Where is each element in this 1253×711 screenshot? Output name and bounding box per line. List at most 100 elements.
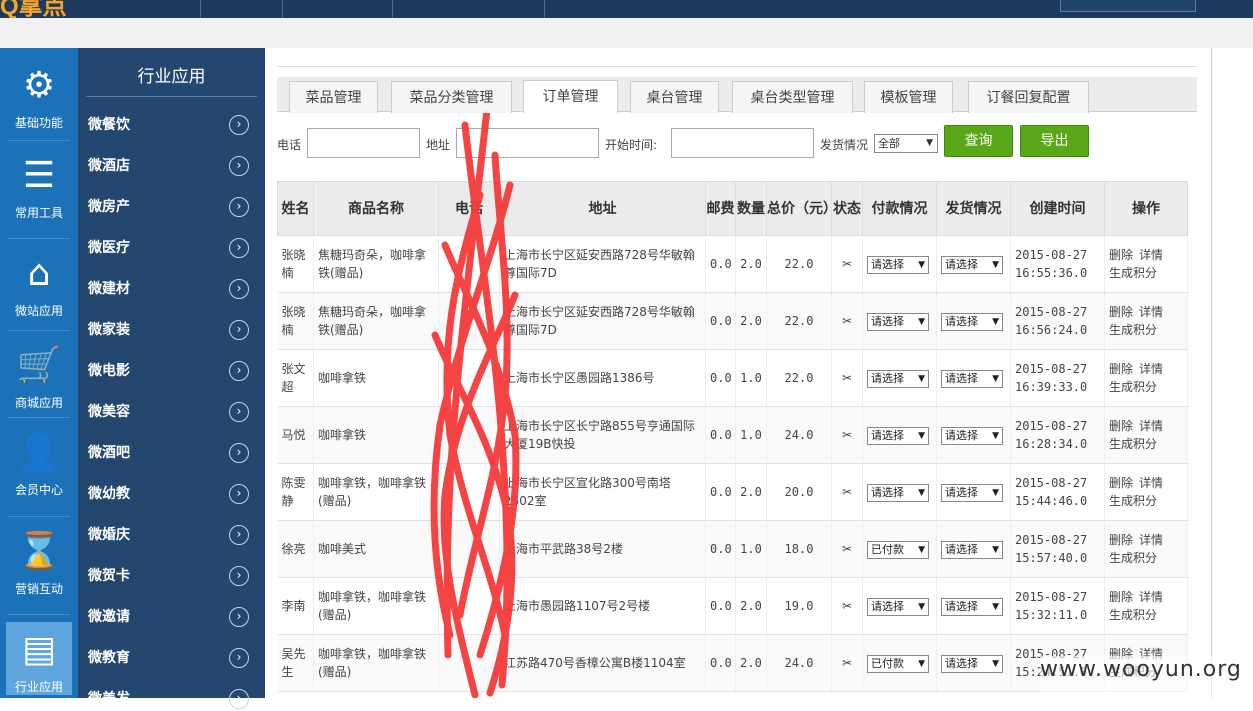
shipping-select[interactable]: 请选择 ▼ [941, 369, 1003, 388]
category-item[interactable]: 微家装 › [88, 318, 253, 342]
chevron-right-icon[interactable]: › [229, 525, 249, 545]
delete-link[interactable]: 删除 [1109, 248, 1133, 262]
shipping-select[interactable]: 请选择 ▼ [941, 654, 1003, 673]
detail-link[interactable]: 详情 [1139, 305, 1163, 319]
payment-select[interactable]: 请选择 ▼ [867, 369, 929, 388]
tools-icon[interactable]: ✂ [842, 371, 852, 385]
delete-link[interactable]: 删除 [1109, 362, 1133, 376]
generate-points-link[interactable]: 生成积分 [1109, 266, 1157, 280]
category-item[interactable]: 微医疗 › [88, 236, 253, 260]
detail-link[interactable]: 详情 [1139, 419, 1163, 433]
tools-icon[interactable]: ✂ [842, 257, 852, 271]
chevron-right-icon[interactable]: › [229, 566, 249, 586]
sidebar-icon-item[interactable]: ⌛ 营销互动 [6, 524, 72, 597]
chevron-right-icon[interactable]: › [229, 115, 249, 135]
brand-logo[interactable]: Q拿点 [0, 0, 120, 20]
detail-link[interactable]: 详情 [1139, 362, 1163, 376]
generate-points-link[interactable]: 生成积分 [1109, 380, 1157, 394]
chevron-right-icon[interactable]: › [229, 648, 249, 668]
payment-select[interactable]: 已付款 ▼ [867, 540, 929, 559]
detail-link[interactable]: 详情 [1139, 533, 1163, 547]
payment-select[interactable]: 请选择 ▼ [867, 426, 929, 445]
query-button[interactable]: 查询 [944, 125, 1013, 157]
category-item[interactable]: 微建材 › [88, 277, 253, 301]
logout-button[interactable] [1060, 0, 1196, 12]
tab-item[interactable]: 模板管理 [864, 81, 953, 113]
payment-select[interactable]: 已付款 ▼ [867, 654, 929, 673]
sidebar-icon-item[interactable]: 👤 会员中心 [6, 425, 72, 498]
chevron-right-icon[interactable]: › [229, 320, 249, 340]
payment-select[interactable]: 请选择 ▼ [867, 483, 929, 502]
generate-points-link[interactable]: 生成积分 [1109, 551, 1157, 565]
chevron-right-icon[interactable]: › [229, 484, 249, 504]
detail-link[interactable]: 详情 [1139, 476, 1163, 490]
shipping-select[interactable]: 请选择 ▼ [941, 312, 1003, 331]
payment-select[interactable]: 请选择 ▼ [867, 312, 929, 331]
tools-icon[interactable]: ✂ [842, 314, 852, 328]
delete-link[interactable]: 删除 [1109, 533, 1133, 547]
chevron-right-icon[interactable]: › [229, 156, 249, 176]
category-item[interactable]: 微婚庆 › [88, 523, 253, 547]
generate-points-link[interactable]: 生成积分 [1109, 437, 1157, 451]
category-item[interactable]: 微酒店 › [88, 154, 253, 178]
shipping-select[interactable]: 请选择 ▼ [941, 597, 1003, 616]
tools-icon[interactable]: ✂ [842, 428, 852, 442]
sidebar-icon-item[interactable]: 🛒 商城应用 [6, 338, 72, 411]
chevron-right-icon[interactable]: › [229, 689, 249, 709]
detail-link[interactable]: 详情 [1139, 248, 1163, 262]
category-item[interactable]: 微酒吧 › [88, 441, 253, 465]
ship-status-select[interactable]: 全部 ▼ [874, 134, 938, 153]
category-item[interactable]: 微餐饮 › [88, 113, 253, 137]
start-time-input[interactable] [671, 128, 814, 158]
tab-item[interactable]: 桌台类型管理 [732, 81, 853, 113]
category-item[interactable]: 微贺卡 › [88, 564, 253, 588]
category-item[interactable]: 微美容 › [88, 400, 253, 424]
tools-icon[interactable]: ✂ [842, 599, 852, 613]
chevron-right-icon[interactable]: › [229, 197, 249, 217]
category-item[interactable]: 微幼教 › [88, 482, 253, 506]
sidebar-icon-item[interactable]: ⚙ 基础功能 [6, 58, 72, 131]
generate-points-link[interactable]: 生成积分 [1109, 608, 1157, 622]
delete-link[interactable]: 删除 [1109, 590, 1133, 604]
tools-icon[interactable]: ✂ [842, 656, 852, 670]
shipping-select[interactable]: 请选择 ▼ [941, 255, 1003, 274]
sidebar-icon-item[interactable]: ⌂ 微站应用 [6, 246, 72, 319]
dropdown-arrow-icon: ▼ [918, 487, 925, 498]
tab-item[interactable]: 菜品分类管理 [391, 81, 512, 113]
delete-link[interactable]: 删除 [1109, 476, 1133, 490]
tab-item[interactable]: 订单管理 [523, 80, 618, 113]
category-item[interactable]: 微邀请 › [88, 605, 253, 629]
tab-item[interactable]: 菜品管理 [289, 81, 378, 113]
chevron-right-icon[interactable]: › [229, 443, 249, 463]
generate-points-link[interactable]: 生成积分 [1109, 323, 1157, 337]
chevron-right-icon[interactable]: › [229, 361, 249, 381]
tools-icon[interactable]: ✂ [842, 485, 852, 499]
category-item[interactable]: 微教育 › [88, 646, 253, 670]
tools-icon[interactable]: ✂ [842, 542, 852, 556]
sidebar-icon-item[interactable]: ▤ 行业应用 [6, 622, 72, 695]
sidebar-icon-item[interactable]: ☰ 常用工具 [6, 148, 72, 221]
shipping-select[interactable]: 请选择 ▼ [941, 540, 1003, 559]
generate-points-link[interactable]: 生成积分 [1109, 494, 1157, 508]
address-input[interactable] [456, 128, 599, 158]
chevron-right-icon[interactable]: › [229, 607, 249, 627]
chevron-right-icon[interactable]: › [229, 238, 249, 258]
shipping-select[interactable]: 请选择 ▼ [941, 426, 1003, 445]
category-item[interactable]: 微房产 › [88, 195, 253, 219]
detail-link[interactable]: 详情 [1139, 590, 1163, 604]
tab-item[interactable]: 桌台管理 [630, 81, 719, 113]
chevron-right-icon[interactable]: › [229, 402, 249, 422]
payment-select[interactable]: 请选择 ▼ [867, 597, 929, 616]
chevron-right-icon[interactable]: › [229, 279, 249, 299]
category-item[interactable]: 微电影 › [88, 359, 253, 383]
payment-select[interactable]: 请选择 ▼ [867, 255, 929, 274]
sidebar-icon-label: 常用工具 [14, 206, 63, 220]
divider [8, 417, 70, 418]
export-button[interactable]: 导出 [1020, 125, 1089, 157]
shipping-select[interactable]: 请选择 ▼ [941, 483, 1003, 502]
category-item[interactable]: 微美发 › [88, 687, 253, 711]
phone-input[interactable] [307, 128, 420, 158]
tab-item[interactable]: 订餐回复配置 [968, 81, 1089, 113]
delete-link[interactable]: 删除 [1109, 305, 1133, 319]
delete-link[interactable]: 删除 [1109, 419, 1133, 433]
